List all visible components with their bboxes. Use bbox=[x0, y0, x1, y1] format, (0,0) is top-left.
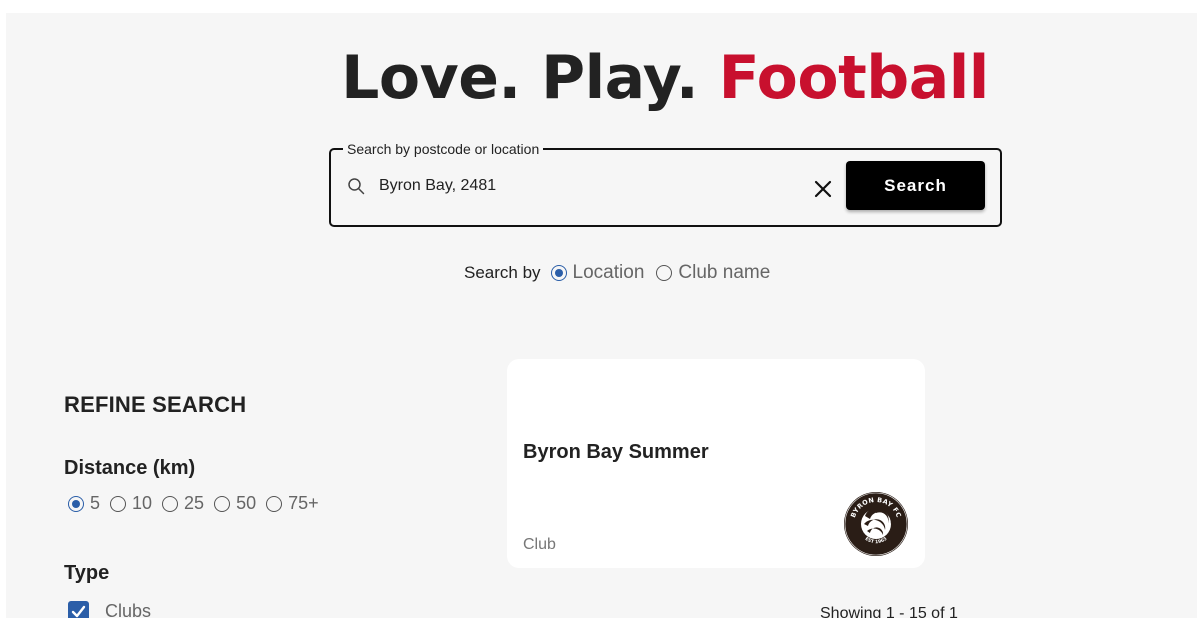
radio-dot bbox=[162, 495, 179, 512]
radio-label: 10 bbox=[132, 493, 153, 513]
search-input[interactable] bbox=[379, 172, 799, 200]
distance-label: Distance (km) bbox=[64, 457, 196, 479]
distance-radio-10[interactable]: 10 bbox=[110, 493, 152, 514]
search-by-group: Search by Location Club name bbox=[464, 261, 782, 285]
card-type: Club bbox=[523, 536, 556, 553]
radio-dot bbox=[656, 265, 673, 281]
radio-label: Club name bbox=[678, 262, 771, 283]
page: Love. Play. Football Search by postcode … bbox=[6, 13, 1197, 618]
result-card[interactable]: Byron Bay Summer Club BYRON BAY FC EST 1… bbox=[507, 359, 925, 568]
results-count: Showing 1 - 15 of 1 bbox=[820, 605, 958, 618]
distance-radio-25[interactable]: 25 bbox=[162, 493, 204, 514]
radio-label: 75+ bbox=[288, 493, 319, 513]
clubs-checkbox[interactable] bbox=[68, 601, 89, 618]
radio-label: Location bbox=[572, 262, 645, 283]
radio-label: 25 bbox=[184, 493, 205, 513]
distance-radio-5[interactable]: 5 bbox=[68, 493, 100, 514]
radio-dot bbox=[214, 495, 231, 512]
hero-title-main: Love. Play. bbox=[341, 43, 699, 113]
search-box: Search by postcode or location Search bbox=[329, 140, 1002, 227]
radio-dot bbox=[110, 495, 127, 512]
search-legend: Search by postcode or location bbox=[343, 140, 544, 158]
type-label: Type bbox=[64, 562, 110, 584]
radio-dot bbox=[266, 495, 283, 512]
search-by-club-name-radio[interactable]: Club name bbox=[656, 262, 770, 284]
radio-dot bbox=[68, 495, 84, 512]
close-icon[interactable] bbox=[813, 179, 833, 199]
radio-label: 5 bbox=[90, 493, 101, 513]
clubs-checkbox-row[interactable]: Clubs bbox=[68, 601, 151, 618]
search-icon bbox=[348, 178, 365, 195]
distance-radio-75-plus[interactable]: 75+ bbox=[266, 493, 319, 514]
hero-title-accent: Football bbox=[718, 43, 990, 113]
clubs-checkbox-label: Clubs bbox=[105, 601, 152, 618]
radio-dot bbox=[550, 265, 567, 281]
search-button[interactable]: Search bbox=[846, 161, 985, 210]
distance-radio-50[interactable]: 50 bbox=[214, 493, 256, 514]
check-icon bbox=[71, 605, 86, 618]
club-logo: BYRON BAY FC EST 1963 bbox=[844, 492, 908, 556]
search-by-label: Search by bbox=[464, 263, 541, 282]
distance-options: 5 10 25 50 75+ bbox=[68, 493, 329, 514]
card-title: Byron Bay Summer bbox=[523, 441, 709, 463]
refine-search-title: REFINE SEARCH bbox=[64, 392, 247, 417]
radio-label: 50 bbox=[236, 493, 257, 513]
search-by-location-radio[interactable]: Location bbox=[550, 262, 645, 284]
hero-title: Love. Play. Football bbox=[6, 43, 1197, 113]
